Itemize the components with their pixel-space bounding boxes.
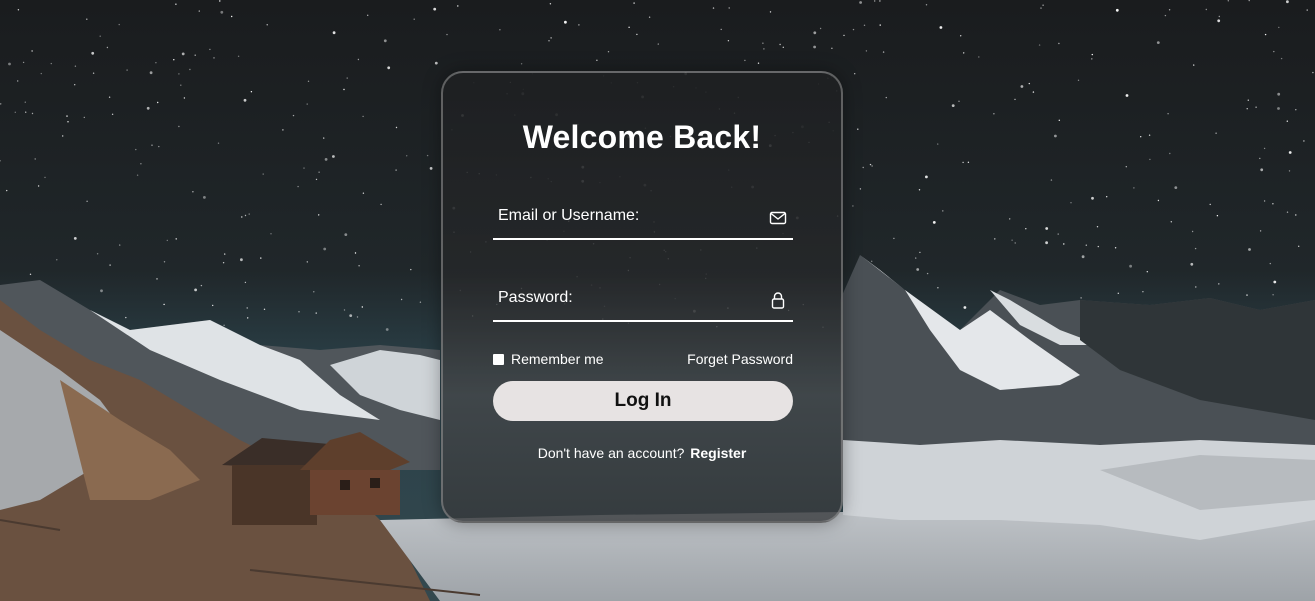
register-prompt-text: Don't have an account? (537, 445, 685, 461)
envelope-icon (769, 209, 787, 227)
form-options-row: Remember me Forget Password (493, 351, 793, 369)
login-button[interactable]: Log In (493, 381, 793, 421)
login-page: Welcome Back! Remember me (0, 0, 1315, 601)
email-field[interactable] (493, 198, 793, 240)
remember-me-option[interactable]: Remember me (493, 351, 604, 367)
password-field[interactable] (493, 280, 793, 322)
remember-me-label: Remember me (511, 351, 604, 367)
password-input[interactable] (493, 280, 758, 316)
remember-me-checkbox[interactable] (493, 353, 504, 365)
forget-password-link[interactable]: Forget Password (687, 351, 793, 367)
lock-icon (769, 291, 787, 309)
login-card: Welcome Back! Remember me (441, 71, 843, 523)
login-title: Welcome Back! (522, 119, 762, 155)
email-input[interactable] (493, 198, 758, 234)
register-link[interactable]: Register (690, 445, 746, 461)
register-prompt: Don't have an account? Register (443, 445, 841, 461)
